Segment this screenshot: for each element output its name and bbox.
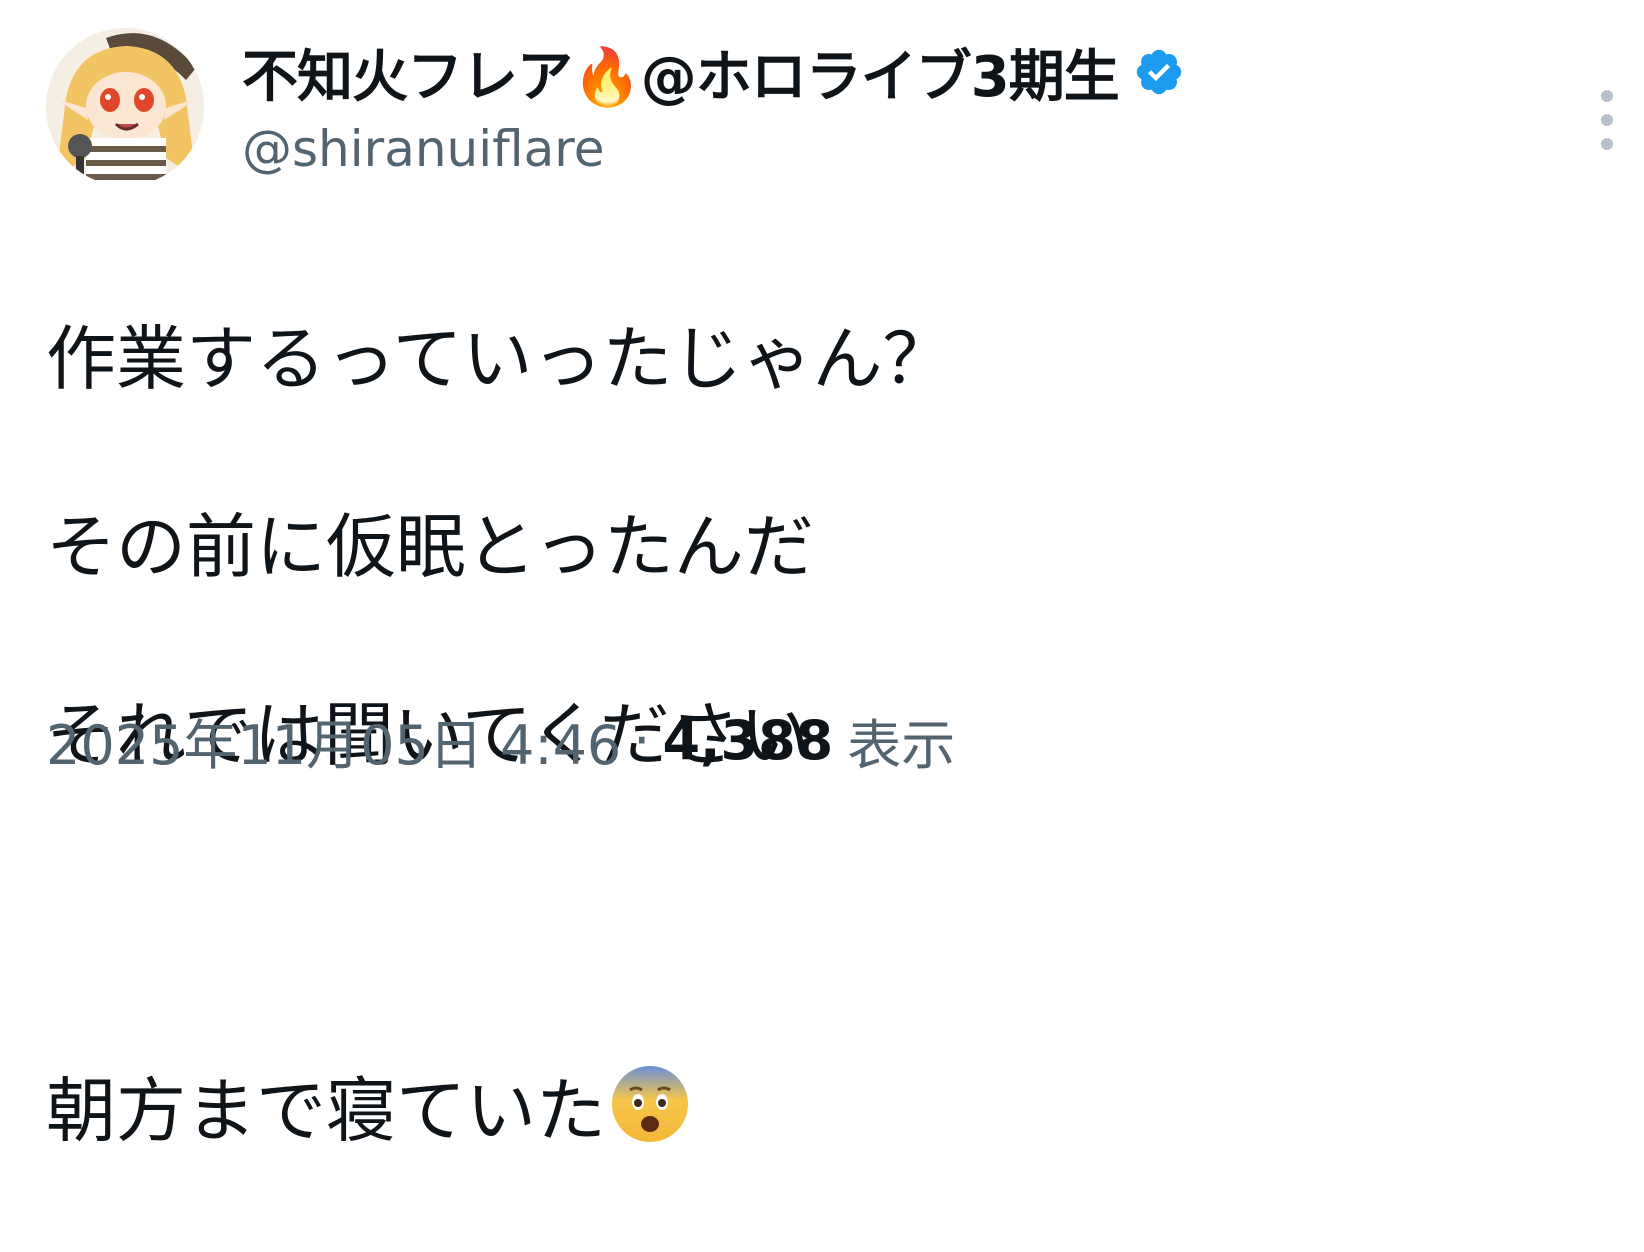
- tweet-meta: 2025年11月05日 4:46 · 4,388 表示: [46, 700, 955, 780]
- tweet-header: 不知火フレア🔥@ホロライブ3期生 @shiranuiflare: [46, 28, 1613, 188]
- display-name-row: 不知火フレア🔥@ホロライブ3期生: [242, 34, 1185, 110]
- author-handle[interactable]: @shiranuiflare: [242, 116, 1185, 182]
- tweet: 不知火フレア🔥@ホロライブ3期生 @shiranuiflare 作業するっていっ…: [0, 0, 1644, 1152]
- avatar[interactable]: [46, 28, 204, 186]
- views-count[interactable]: 4,388: [662, 709, 833, 772]
- tweet-line-last: 朝方まで寝ていた: [46, 1064, 1546, 1158]
- more-dot: [1601, 138, 1613, 150]
- fearful-face-emoji-icon: [610, 1064, 690, 1167]
- author-names: 不知火フレア🔥@ホロライブ3期生 @shiranuiflare: [242, 34, 1185, 182]
- timestamp[interactable]: 2025年11月05日 4:46: [46, 701, 621, 780]
- tweet-line: 朝方まで寝ていた: [46, 1070, 606, 1152]
- tweet-line: その前に仮眠とったんだ: [46, 506, 814, 588]
- tweet-line: 作業するっていったじゃん？: [46, 318, 953, 400]
- more-dot: [1601, 114, 1613, 126]
- meta-separator: ·: [633, 708, 651, 772]
- views-label: 表示: [847, 713, 956, 777]
- more-dot: [1601, 90, 1613, 102]
- more-vertical-icon[interactable]: [1592, 90, 1622, 150]
- verified-badge-icon[interactable]: [1133, 46, 1185, 98]
- display-name[interactable]: 不知火フレア🔥@ホロライブ3期生: [242, 32, 1120, 113]
